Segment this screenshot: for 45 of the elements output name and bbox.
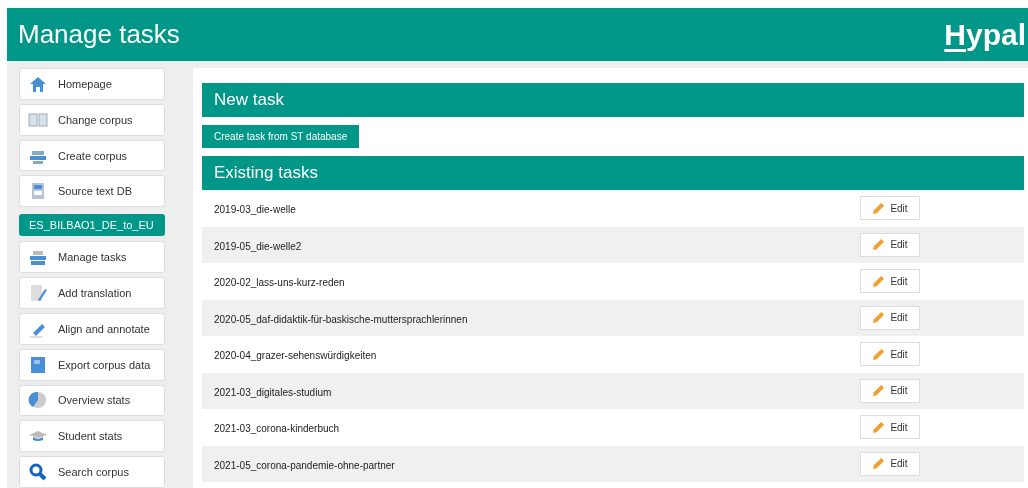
edit-button[interactable]: Edit	[860, 378, 920, 403]
pencil-icon	[872, 274, 886, 288]
corpus-label[interactable]: ES_BILBAO1_DE_to_EU	[19, 214, 165, 237]
sidebar-item[interactable]: Source text DB	[19, 175, 165, 208]
edit-button[interactable]: Edit	[860, 342, 920, 367]
pencil-icon	[872, 420, 886, 434]
create-task-button[interactable]: Create task from ST database	[202, 125, 360, 148]
edit-button[interactable]: Edit	[860, 305, 920, 330]
sidebar-item[interactable]: Align and annotate	[19, 312, 165, 345]
task-name: 2019-05_die-welle2	[214, 239, 302, 254]
pencil-icon	[872, 201, 886, 215]
task-name: 2020-02_lass-uns-kurz-reden	[214, 276, 345, 290]
task-name: 2019-03_die-welle	[214, 203, 296, 217]
sidebar-item[interactable]: Homepage	[19, 68, 165, 100]
pencil-icon	[872, 311, 886, 325]
sidebar-item[interactable]: Create corpus	[19, 139, 165, 172]
pie-chart-icon	[28, 390, 48, 411]
edit-button[interactable]: Edit	[860, 196, 920, 221]
sidebar-item[interactable]: Overview stats	[19, 384, 165, 417]
task-name: 2021-03_digitales-studium	[214, 385, 332, 400]
document-pen-icon	[28, 282, 48, 303]
page-title: Manage tasks	[18, 19, 180, 50]
sidebar-item[interactable]: Export corpus data	[19, 348, 165, 381]
logo: Hypal	[944, 17, 1027, 52]
task-name: 2020-04_grazer-sehenswürdigkeiten	[214, 349, 377, 363]
sidebar-item[interactable]: Student stats	[19, 420, 165, 453]
edit-button[interactable]: Edit	[860, 269, 920, 294]
search-icon	[28, 462, 48, 483]
task-name: 2021-05_corona-pandemie-ohne-partner	[214, 458, 395, 473]
sidebar-item[interactable]: Search corpus	[19, 456, 165, 488]
sidebar-item[interactable]: Manage tasks	[19, 241, 165, 273]
section-header: New task	[202, 83, 1024, 117]
edit-button[interactable]: Edit	[860, 232, 920, 257]
sidebar-item[interactable]: Change corpus	[19, 103, 165, 136]
book-icon	[28, 354, 48, 375]
pencil-icon	[872, 347, 886, 361]
edit-button[interactable]: Edit	[860, 415, 920, 440]
task-name: 2021-03_corona-kinderbuch	[214, 422, 340, 436]
edit-button[interactable]: Edit	[860, 451, 920, 476]
task-name: 2020-05_daf-didaktik-für-baskische-muttersprachlerinnen	[214, 312, 468, 327]
section-header: Existing tasks	[202, 156, 1024, 190]
pencil-icon	[872, 457, 886, 471]
pencil-icon	[872, 384, 886, 398]
pencil-icon	[872, 238, 886, 252]
sidebar-item[interactable]: Add translation	[19, 277, 165, 309]
